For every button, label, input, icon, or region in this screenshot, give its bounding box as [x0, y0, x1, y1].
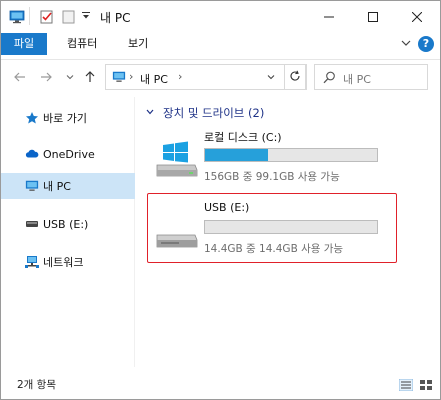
address-dropdown-icon[interactable] [266, 72, 276, 85]
maximize-button[interactable] [363, 7, 383, 27]
properties-icon[interactable] [39, 9, 55, 28]
title-bar: 내 PC [1, 1, 440, 33]
drive-capacity: 14.4GB 중 14.4GB 사용 가능 [204, 243, 344, 255]
tab-view[interactable]: 보기 [128, 33, 148, 55]
chevron-down-icon[interactable] [400, 37, 412, 49]
status-bar: 2개 항목 [1, 369, 440, 399]
computer-icon [25, 179, 39, 193]
search-icon [323, 71, 336, 87]
window-title: 내 PC [100, 11, 131, 25]
hard-drive-icon [155, 139, 199, 179]
sidebar-item-quick-access[interactable]: 바로 가기 [1, 105, 135, 131]
drive-item-usb[interactable]: USB (E:) 14.4GB 중 14.4GB 사용 가능 [151, 201, 401, 261]
windows-logo-icon [163, 141, 188, 163]
search-box[interactable]: 내 PC [314, 64, 428, 90]
sidebar-item-label: 네트워크 [43, 256, 84, 269]
breadcrumb-separator[interactable]: › [129, 70, 133, 83]
sidebar-item-label: 내 PC [43, 180, 71, 193]
quick-access-dropdown-icon[interactable] [81, 11, 91, 24]
drive-usage-fill [205, 149, 268, 161]
content-pane: 장치 및 드라이브 (2) 로컬 디스크 (C:) 156GB 중 99.1GB… [141, 97, 437, 367]
sidebar-item-usb[interactable]: USB (E:) [1, 211, 135, 237]
sidebar-item-network[interactable]: 네트워크 [1, 249, 135, 275]
search-input[interactable]: 내 PC [343, 71, 371, 87]
navigation-bar: › 내 PC › 내 PC [1, 59, 440, 93]
chevron-down-icon[interactable] [145, 106, 155, 120]
sidebar-item-label: USB (E:) [43, 217, 89, 231]
up-arrow-icon[interactable] [81, 68, 99, 86]
sidebar-item-label: 바로 가기 [43, 112, 87, 125]
details-view-icon[interactable] [398, 378, 414, 392]
computer-icon [9, 9, 25, 28]
sidebar-item-label: OneDrive [43, 147, 95, 161]
item-count: 2개 항목 [17, 379, 56, 391]
close-button[interactable] [407, 7, 427, 27]
drive-name: 로컬 디스크 (C:) [204, 131, 282, 144]
drive-usage-bar [204, 148, 378, 162]
sidebar-item-this-pc[interactable]: 내 PC [1, 173, 135, 199]
back-arrow-icon[interactable] [11, 68, 29, 86]
ribbon-tabs: 파일 컴퓨터 보기 ? [1, 33, 440, 55]
network-icon [25, 255, 39, 269]
usb-drive-icon [155, 211, 199, 251]
large-icons-view-icon[interactable] [419, 379, 433, 391]
star-icon [25, 111, 39, 125]
drive-capacity: 156GB 중 99.1GB 사용 가능 [204, 171, 340, 183]
refresh-icon [289, 70, 301, 85]
explorer-window: 내 PC 파일 컴퓨터 보기 ? › 내 PC › 내 PC 바로 가기 One… [0, 0, 441, 400]
drive-name: USB (E:) [204, 201, 250, 214]
forward-arrow-icon[interactable] [37, 68, 55, 86]
breadcrumb-separator-end[interactable]: › [178, 70, 182, 83]
drive-usage-bar [204, 220, 378, 234]
tab-computer[interactable]: 컴퓨터 [67, 33, 97, 55]
address-bar[interactable]: › 내 PC › [105, 64, 307, 90]
computer-icon [112, 70, 126, 87]
navigation-pane: 바로 가기 OneDrive 내 PC USB (E:) 네트워크 [1, 97, 135, 367]
breadcrumb-current[interactable]: 내 PC [140, 71, 168, 87]
help-icon[interactable]: ? [418, 36, 434, 52]
minimize-button[interactable] [319, 7, 339, 27]
new-folder-icon[interactable] [61, 9, 77, 28]
group-title: 장치 및 드라이브 (2) [163, 106, 265, 120]
recent-dropdown-icon[interactable] [61, 68, 79, 86]
tab-file[interactable]: 파일 [1, 33, 47, 55]
sidebar-item-onedrive[interactable]: OneDrive [1, 141, 135, 167]
cloud-icon [25, 147, 39, 161]
refresh-button[interactable] [284, 64, 306, 90]
group-header[interactable]: 장치 및 드라이브 (2) [145, 105, 264, 121]
drive-icon [25, 217, 39, 231]
divider [29, 7, 30, 25]
drive-item-c[interactable]: 로컬 디스크 (C:) 156GB 중 99.1GB 사용 가능 [151, 129, 401, 189]
